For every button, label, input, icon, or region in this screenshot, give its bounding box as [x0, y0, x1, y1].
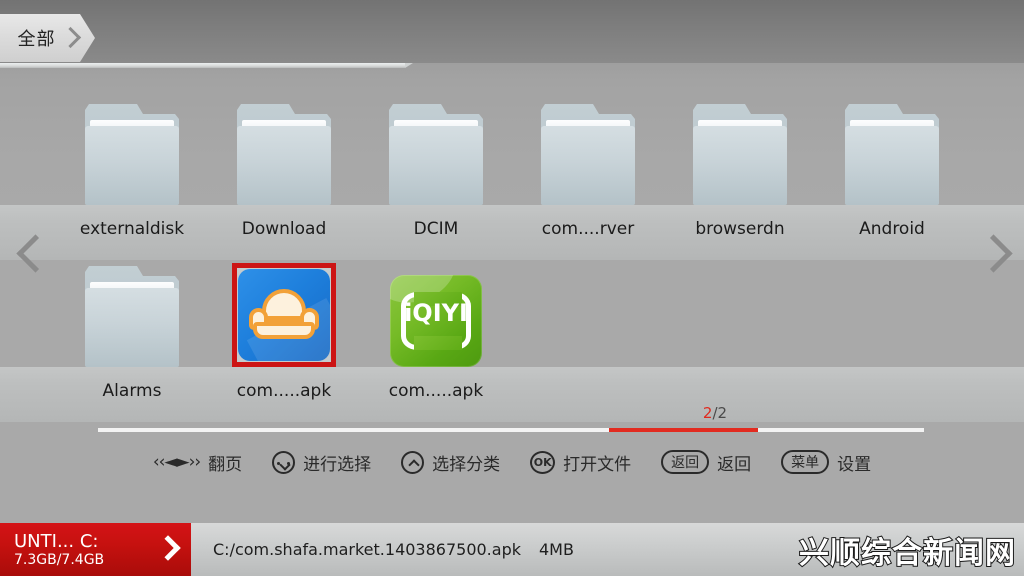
status-bar: UNTI... C: 7.3GB/7.4GB C:/com.shafa.mark… [0, 523, 1024, 576]
item-thumbnail [56, 97, 208, 205]
item-label: browserdn [695, 219, 785, 239]
grid-item[interactable]: Download [208, 97, 360, 239]
item-label: com.....apk [236, 381, 332, 401]
page-total: /2 [712, 404, 728, 422]
item-thumbnail [56, 259, 208, 367]
page-progress-fill [609, 428, 758, 432]
hint-paging: ‹‹◄►›› 翻页 [153, 450, 242, 475]
hint-label: 打开文件 [563, 454, 632, 475]
menu-button-icon: 菜单 [781, 450, 830, 474]
grid-item[interactable]: externaldisk [56, 97, 208, 239]
page-indicator: 2/2 [660, 404, 770, 422]
file-grid: externaldisk Download DCIM com....rver b… [0, 0, 1024, 576]
grid-item[interactable]: com....rver [512, 97, 664, 239]
shafa-market-icon [238, 269, 330, 361]
dpad-left-right-down-icon [272, 450, 296, 474]
hint-settings: 菜单 设置 [781, 450, 871, 475]
folder-icon [85, 104, 179, 205]
folder-icon [237, 104, 331, 205]
file-path: C:/com.shafa.market.1403867500.apk [213, 540, 521, 559]
dpad-up-icon [401, 450, 425, 474]
hint-label: 返回 [717, 454, 752, 475]
grid-item[interactable]: Android [816, 97, 968, 239]
selection-highlight [232, 263, 336, 367]
hint-label: 翻页 [208, 454, 243, 475]
iqiyi-icon: iQIYI [390, 275, 482, 367]
hint-label: 进行选择 [303, 454, 372, 475]
folder-icon [845, 104, 939, 205]
iqiyi-wordmark: iQIYI [404, 299, 468, 327]
item-label: Alarms [102, 381, 162, 401]
item-thumbnail [664, 97, 816, 205]
paging-arrows-icon: ‹‹◄►›› [152, 452, 201, 472]
hint-open-file: OK 打开文件 [530, 450, 631, 475]
file-manager-screen: 全部 externaldisk Download DCIM com....rve… [0, 0, 1024, 576]
ok-button-icon: OK [530, 450, 556, 474]
item-label: com.....apk [388, 381, 484, 401]
hint-select: 进行选择 [272, 450, 371, 475]
grid-item[interactable]: browserdn [664, 97, 816, 239]
item-thumbnail [208, 259, 360, 367]
site-watermark: 兴顺综合新闻网 [798, 535, 1016, 572]
item-label: DCIM [413, 219, 459, 239]
folder-icon [85, 266, 179, 367]
item-label: externaldisk [79, 219, 185, 239]
item-thumbnail [816, 97, 968, 205]
folder-icon [693, 104, 787, 205]
hint-label: 设置 [837, 454, 872, 475]
hint-category: 选择分类 [401, 450, 500, 475]
grid-item[interactable]: Alarms [56, 259, 208, 401]
item-thumbnail [512, 97, 664, 205]
folder-icon [541, 104, 635, 205]
hint-back: 返回 返回 [661, 450, 751, 475]
item-label: Android [859, 219, 925, 239]
item-label: Download [241, 219, 327, 239]
drive-selector[interactable]: UNTI... C: 7.3GB/7.4GB [0, 523, 191, 576]
grid-item[interactable]: DCIM [360, 97, 512, 239]
page-progress-track[interactable] [98, 428, 924, 432]
item-thumbnail [208, 97, 360, 205]
item-thumbnail: iQIYI [360, 259, 512, 367]
grid-item-selected[interactable]: com.....apk [208, 259, 360, 401]
item-thumbnail [360, 97, 512, 205]
item-label: com....rver [541, 219, 635, 239]
back-button-icon: 返回 [661, 450, 710, 474]
hint-label: 选择分类 [432, 454, 501, 475]
hint-bar: ‹‹◄►›› 翻页 进行选择 选择分类 OK 打开文件 返回 返回 菜单 设置 [0, 440, 1024, 484]
grid-item[interactable]: iQIYI com.....apk [360, 259, 512, 401]
folder-icon [389, 104, 483, 205]
file-info: C:/com.shafa.market.1403867500.apk 4MB [191, 540, 574, 559]
file-size: 4MB [539, 540, 574, 559]
